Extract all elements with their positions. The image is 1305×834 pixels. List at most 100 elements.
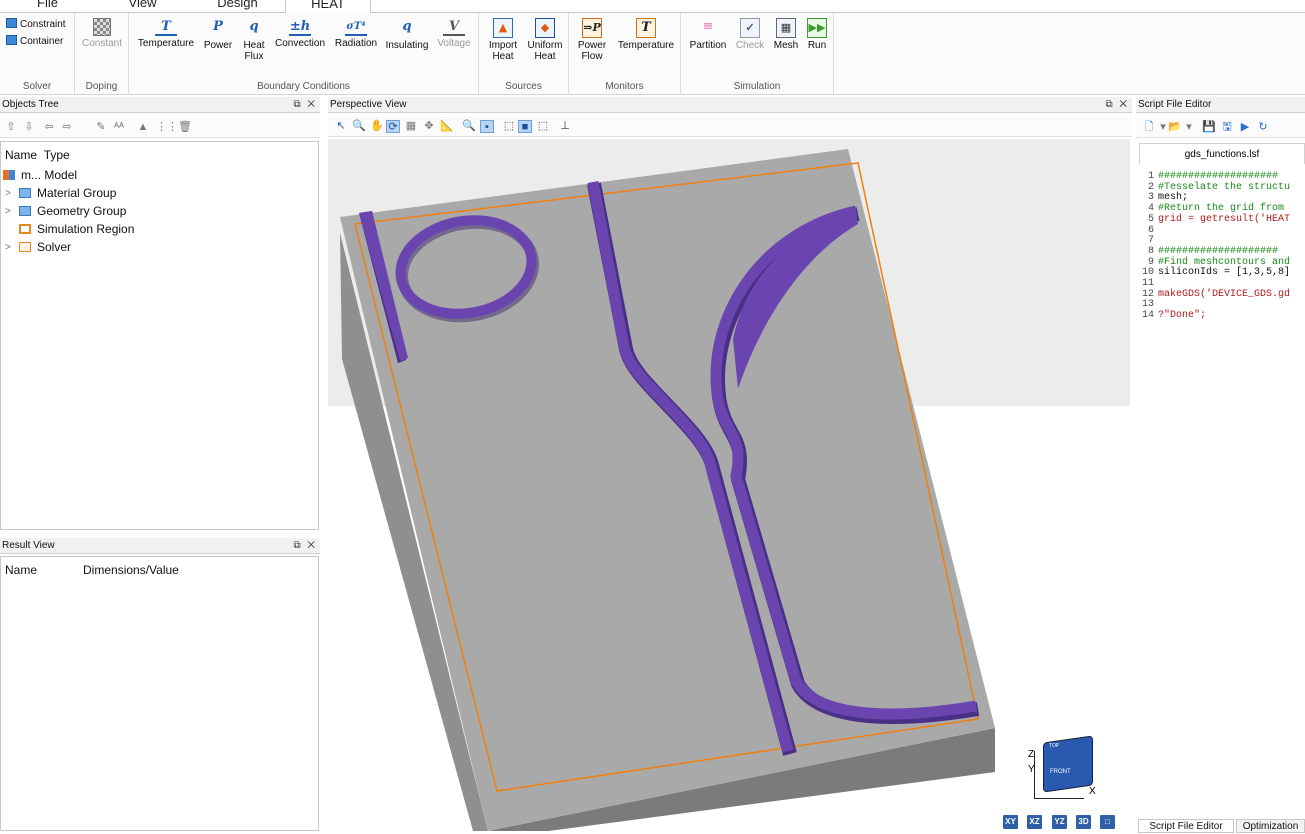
view-yz-button[interactable]: YZ: [1052, 815, 1067, 829]
voltage-button[interactable]: V Voltage: [433, 18, 475, 49]
code-line[interactable]: 12 makeGDS('DEVICE_GDS.gd: [1140, 289, 1290, 301]
line-number: 8: [1147, 245, 1154, 257]
move-icon[interactable]: ✥: [422, 120, 436, 133]
insulating-button[interactable]: q Insulating: [383, 18, 431, 51]
grid-icon[interactable]: ⋮⋮: [156, 121, 178, 134]
chevron-right-icon[interactable]: >: [5, 185, 11, 202]
tree-item-model[interactable]: m... Model: [3, 167, 77, 184]
geometry-group-label: Geometry Group: [37, 204, 127, 218]
tree-item-material-group[interactable]: > Material Group: [5, 185, 117, 202]
heat-flux-button[interactable]: q Heat Flux: [238, 18, 270, 62]
code-line[interactable]: 5 grid = getresult('HEAT: [1140, 214, 1290, 226]
ruler-icon[interactable]: 📐: [440, 120, 454, 133]
view-xz-button[interactable]: XZ: [1027, 815, 1042, 829]
device-3d-view: [340, 149, 995, 831]
script-file-tab[interactable]: gds_functions.lsf: [1139, 143, 1305, 164]
substrate-top-face: [340, 149, 995, 831]
heat-flux-icon: q: [249, 19, 259, 34]
container-icon: [6, 35, 17, 45]
y-axis-line: [1034, 751, 1035, 799]
code-line[interactable]: 14 ?"Done";: [1140, 310, 1206, 322]
dropdown-icon[interactable]: ▾: [1182, 121, 1196, 134]
run-script-icon[interactable]: ▶: [1238, 121, 1252, 134]
import-heat-icon: ▲: [493, 18, 513, 38]
panel-float-close-controls[interactable]: ⧉ ✕: [293, 97, 317, 112]
run-button[interactable]: ▶▶ Run: [804, 18, 830, 51]
wireframe-cube-icon[interactable]: ⬚: [502, 120, 516, 133]
transparent-cube-icon[interactable]: ⬚: [536, 120, 550, 133]
triangle-icon[interactable]: ▲: [136, 121, 150, 134]
power-icon: P: [213, 19, 223, 34]
tree-item-geometry-group[interactable]: > Geometry Group: [5, 203, 127, 220]
tree-item-solver[interactable]: > Solver: [5, 239, 71, 256]
temperature-monitor-button[interactable]: T Temperature: [614, 18, 678, 51]
solver-icon: [19, 242, 31, 252]
mesh-button[interactable]: ▦ Mesh: [770, 18, 802, 51]
tree-item-simulation-region[interactable]: Simulation Region: [19, 221, 134, 238]
constraint-button[interactable]: Constraint: [6, 18, 66, 30]
partition-button[interactable]: ≡ Partition: [687, 18, 729, 51]
result-view-title: Result View: [2, 540, 55, 551]
uniform-heat-button[interactable]: ◆ Uniform Heat: [525, 18, 565, 62]
panel-float-close-controls[interactable]: ⧉ ✕: [293, 538, 317, 553]
power-bc-button[interactable]: P Power: [202, 18, 234, 51]
perspective-canvas[interactable]: TOP FRONT Z Y X: [328, 139, 1130, 831]
chevron-right-icon[interactable]: >: [5, 239, 11, 256]
zoom-region-icon[interactable]: ▦: [404, 120, 418, 133]
panel-float-close-controls[interactable]: ⧉ ✕: [1105, 97, 1129, 112]
monitors-group-label: Monitors: [605, 81, 644, 92]
move-down-icon[interactable]: ⇩: [22, 121, 36, 134]
open-folder-icon[interactable]: 📂: [1168, 121, 1182, 134]
tab-file[interactable]: File: [0, 0, 95, 13]
new-file-icon[interactable]: 🗋: [1142, 121, 1156, 134]
view-xy-button[interactable]: XY: [1003, 815, 1018, 829]
pan-hand-icon[interactable]: ✋: [370, 120, 384, 133]
code-line[interactable]: 10 siliconIds = [1,3,5,8]: [1140, 267, 1290, 279]
container-button[interactable]: Container: [6, 35, 63, 47]
convection-button[interactable]: ±h Convection: [271, 18, 329, 49]
tab-view[interactable]: View: [95, 0, 190, 13]
power-flow-button[interactable]: ⇒P Power Flow: [574, 18, 610, 62]
temperature-monitor-icon: T: [636, 18, 656, 38]
delete-icon[interactable]: 🗑: [178, 121, 192, 134]
type-column-header: Type: [43, 148, 70, 162]
import-heat-button[interactable]: ▲ Import Heat: [483, 18, 523, 62]
rename-icon[interactable]: ᴬᴬ: [112, 121, 126, 134]
chevron-right-icon[interactable]: >: [5, 203, 11, 220]
radiation-button[interactable]: σT⁴ Radiation: [331, 18, 381, 49]
view-toggle-icon[interactable]: ▪: [480, 120, 494, 133]
view-3d-button[interactable]: 3D: [1076, 815, 1091, 829]
view-reset-button[interactable]: □: [1100, 815, 1115, 829]
zoom-icon[interactable]: 🔍: [352, 120, 366, 133]
temperature-bc-button[interactable]: T Temperature: [134, 18, 198, 49]
edit-icon[interactable]: ✎: [94, 121, 108, 134]
model-type: Model: [44, 168, 78, 182]
line-text: ####################: [1158, 245, 1279, 257]
move-right-icon[interactable]: ⇨: [60, 121, 74, 134]
constant-label: Constant: [81, 38, 123, 49]
run-label: Run: [807, 40, 827, 51]
move-up-icon[interactable]: ⇧: [4, 121, 18, 134]
tab-design[interactable]: Design: [190, 0, 285, 13]
doping-group-label: Doping: [85, 81, 118, 92]
constant-button[interactable]: Constant: [80, 18, 124, 49]
save-icon[interactable]: 💾: [1202, 121, 1216, 134]
convection-icon: ±h: [289, 19, 311, 36]
zoom-extent-icon[interactable]: 🔍: [462, 120, 476, 133]
rotate-icon[interactable]: ⟳: [386, 120, 400, 133]
move-left-icon[interactable]: ⇦: [42, 121, 56, 134]
material-group-label: Material Group: [37, 186, 117, 200]
refresh-icon[interactable]: ↻: [1256, 121, 1270, 134]
temperature-icon: T: [155, 18, 177, 36]
check-button[interactable]: ✓ Check: [734, 18, 766, 51]
power-flow-label: Power Flow: [577, 40, 607, 62]
voltage-icon: V: [443, 18, 465, 36]
solid-cube-icon[interactable]: ■: [518, 120, 532, 133]
tab-heat[interactable]: HEAT: [285, 0, 371, 13]
save-as-icon[interactable]: 🖫: [1220, 121, 1234, 134]
select-arrow-icon[interactable]: ↖: [334, 120, 348, 133]
axes-icon[interactable]: ⊥: [558, 120, 572, 133]
voltage-label: Voltage: [437, 38, 471, 49]
convection-label: Convection: [274, 38, 326, 49]
line-text: #Find meshcontours and: [1158, 256, 1291, 268]
